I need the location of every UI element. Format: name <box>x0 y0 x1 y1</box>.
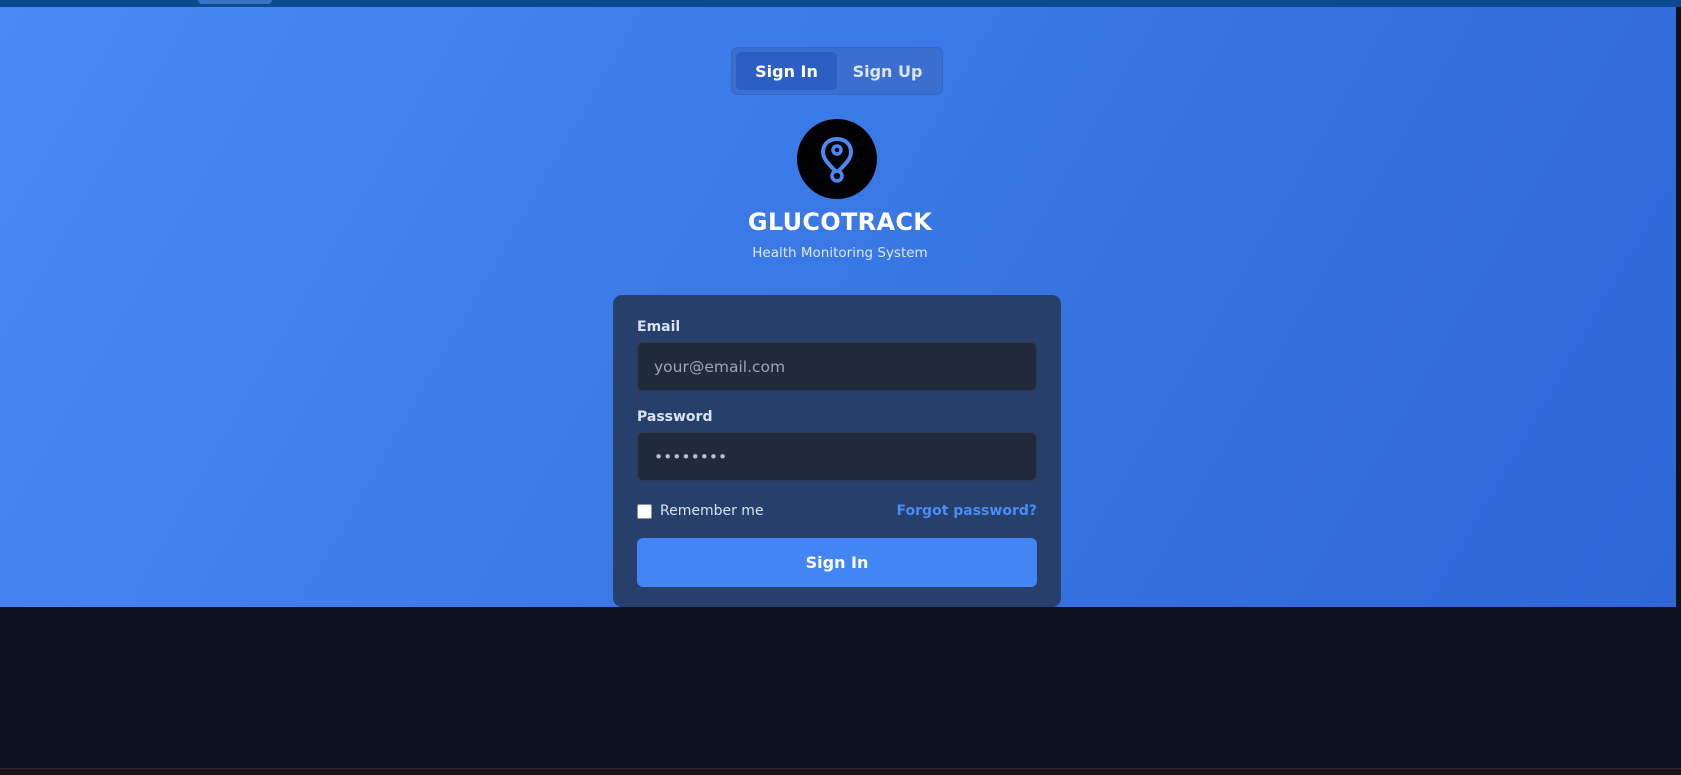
auth-toggle: Sign In Sign Up <box>731 47 943 95</box>
browser-top-strip <box>0 0 1681 7</box>
login-page: Sign In Sign Up GLUCOTRACK Health Monito… <box>0 0 1681 775</box>
lower-background <box>0 607 1676 768</box>
glucose-drop-icon <box>821 137 853 183</box>
scrollbar-gutter <box>1676 7 1681 775</box>
browser-tab-hint <box>198 0 272 4</box>
field-spacer <box>637 391 1037 409</box>
password-input[interactable] <box>637 432 1037 481</box>
bottom-edge <box>0 768 1681 775</box>
options-row: Remember me Forgot password? <box>637 500 1037 522</box>
email-label: Email <box>637 319 681 335</box>
brand-subtitle: Health Monitoring System <box>752 245 928 261</box>
logo <box>797 119 877 199</box>
remember-checkbox[interactable] <box>637 503 652 519</box>
remember-me: Remember me <box>637 503 764 519</box>
password-label: Password <box>637 409 713 425</box>
email-input[interactable] <box>637 342 1037 391</box>
tab-sign-up[interactable]: Sign Up <box>837 52 938 90</box>
tab-sign-in[interactable]: Sign In <box>736 52 837 90</box>
brand-title: GLUCOTRACK <box>747 208 933 236</box>
sign-in-card: Email Password Remember me Forgot passwo… <box>613 295 1061 607</box>
remember-label: Remember me <box>660 503 764 519</box>
forgot-password-link[interactable]: Forgot password? <box>897 503 1037 519</box>
sign-in-button[interactable]: Sign In <box>637 538 1037 587</box>
